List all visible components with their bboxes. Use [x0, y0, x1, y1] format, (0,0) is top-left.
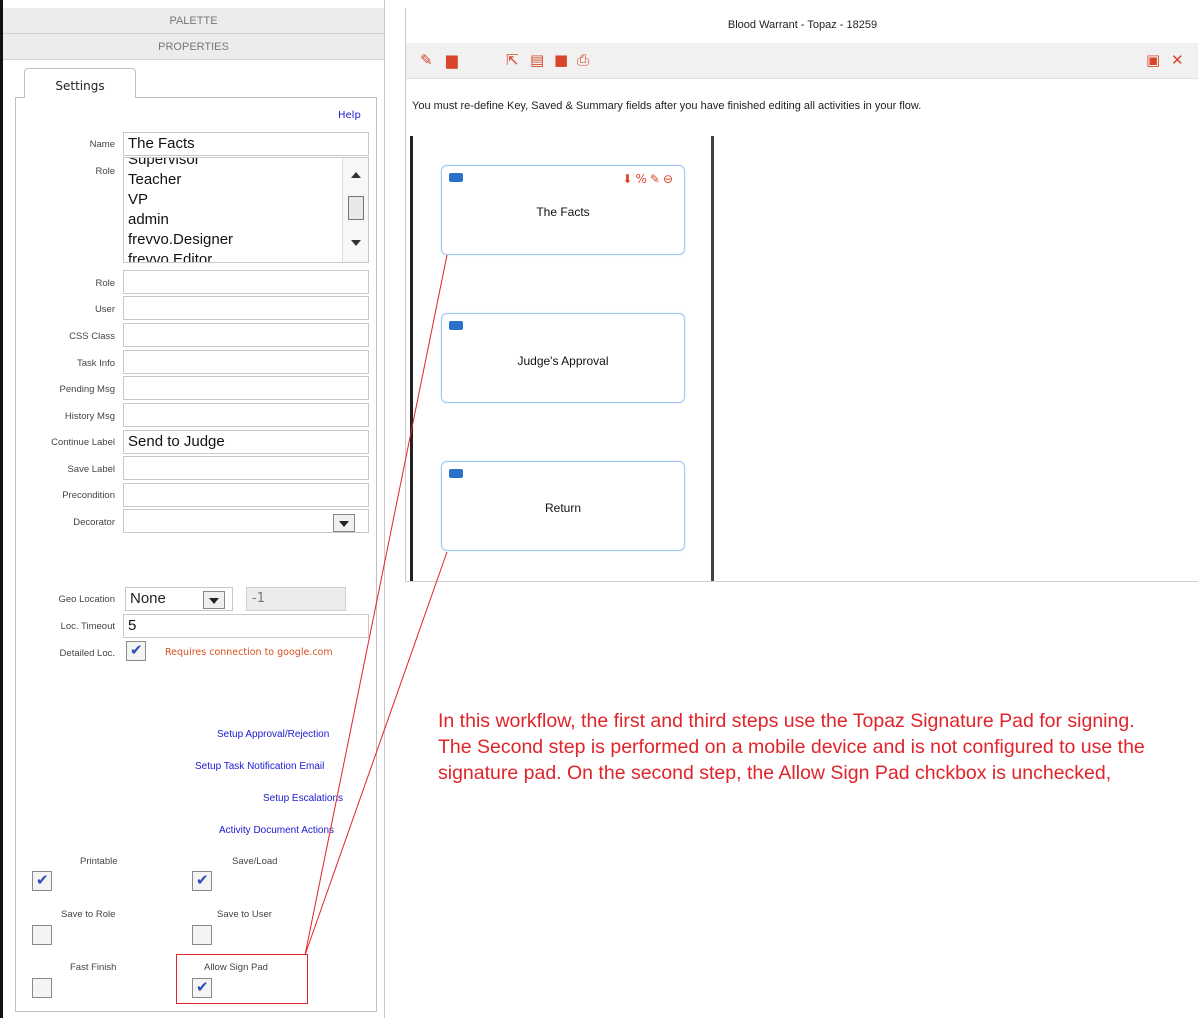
- annotation-connectors: [304, 254, 448, 956]
- connector-line-step3: [304, 551, 448, 956]
- tab-settings[interactable]: Settings: [24, 68, 136, 98]
- connector-line-step1: [304, 254, 448, 956]
